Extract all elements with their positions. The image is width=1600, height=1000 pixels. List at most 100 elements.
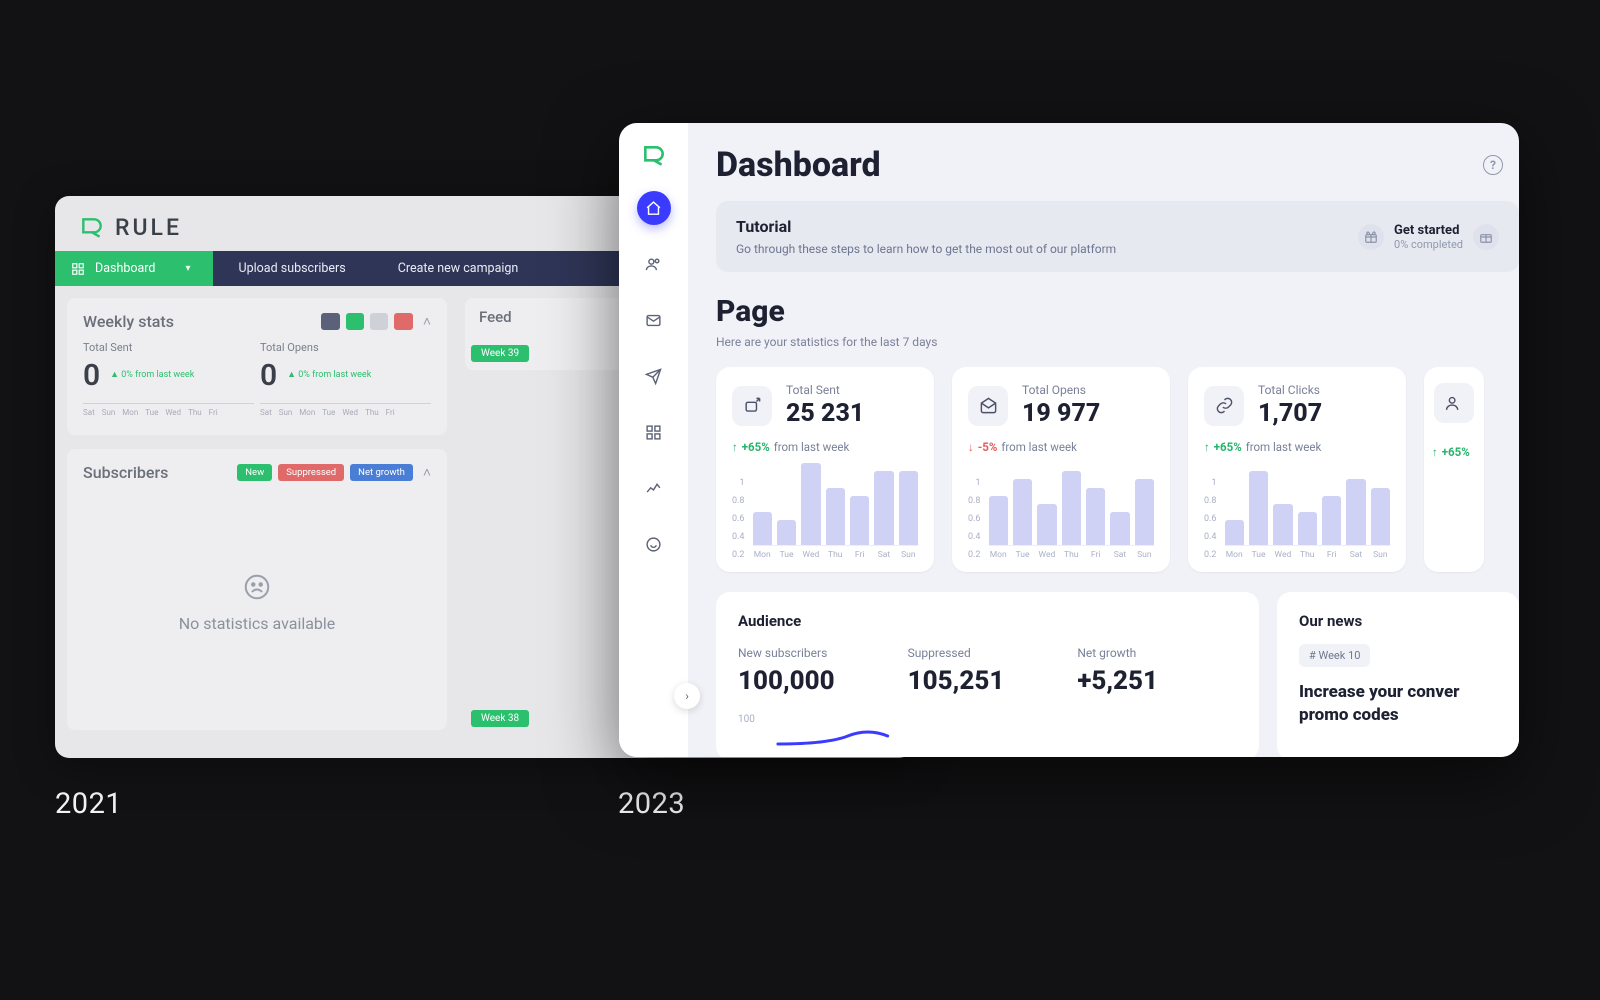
audience-new-subscribers: New subscribers 100,000 bbox=[738, 646, 898, 696]
feed-week-38[interactable]: Week 38 bbox=[471, 710, 529, 727]
card-extra[interactable]: ↑ +65% bbox=[1424, 367, 1484, 572]
sidebar: › bbox=[619, 123, 688, 757]
mini-bar-chart: 10.80.60.40.2 MonTueWedThuFriSatSun bbox=[732, 464, 918, 560]
audience-title: Audience bbox=[738, 612, 1237, 630]
sidebar-mail[interactable] bbox=[637, 303, 671, 337]
stat-cards-row: Total Sent 25 231 ↑ +65% from last week … bbox=[716, 367, 1519, 572]
ytick-label: 100 bbox=[738, 714, 755, 725]
pill-net-growth[interactable]: Net growth bbox=[350, 464, 413, 481]
rule-logo-icon bbox=[79, 215, 105, 241]
card-total-opens[interactable]: Total Opens 19 977 ↓ -5% from last week … bbox=[952, 367, 1170, 572]
section-subtitle: Here are your statistics for the last 7 … bbox=[716, 335, 1519, 349]
help-button[interactable]: ? bbox=[1483, 155, 1503, 175]
card-value: 19 977 bbox=[1022, 399, 1100, 428]
card-label: Total Sent bbox=[786, 383, 864, 397]
sidebar-analytics[interactable] bbox=[637, 471, 671, 505]
chevron-up-icon[interactable]: ˄ bbox=[423, 313, 431, 330]
subscribers-card: Subscribers New Suppressed Net growth ˄ bbox=[67, 449, 447, 730]
weekly-stats-title: Weekly stats bbox=[83, 312, 174, 331]
weekly-pill-3[interactable] bbox=[370, 313, 388, 330]
total-sent-block: Total Sent 0 ▲ 0% from last week SatSunM… bbox=[83, 341, 254, 417]
chevron-up-icon[interactable]: ˄ bbox=[423, 464, 431, 481]
rule-logo-icon bbox=[641, 143, 667, 169]
news-headline-1: Increase your conver bbox=[1299, 681, 1497, 704]
card-label: Total Clicks bbox=[1258, 383, 1322, 397]
arrow-up-icon: ↑ bbox=[1204, 440, 1210, 454]
sidebar-support[interactable] bbox=[637, 527, 671, 561]
audience-line-chart: 100 bbox=[738, 714, 1237, 752]
gift-icon bbox=[1358, 224, 1384, 250]
weekly-stats-card: Weekly stats ˄ Total Sent 0 ▲ 0% from la… bbox=[67, 298, 447, 435]
tutorial-subtitle: Go through these steps to learn how to g… bbox=[736, 242, 1116, 256]
pill-new[interactable]: New bbox=[237, 464, 272, 481]
section-title: Page bbox=[716, 294, 1519, 329]
nav-upload-subscribers[interactable]: Upload subscribers bbox=[213, 251, 372, 286]
send-out-icon bbox=[732, 386, 772, 426]
card-delta: ↑ +65% bbox=[1432, 445, 1476, 459]
card-value: 25 231 bbox=[786, 399, 864, 428]
stat-value: 105,251 bbox=[908, 666, 1068, 696]
arrow-up-icon: ↑ bbox=[732, 440, 738, 454]
audience-suppressed: Suppressed 105,251 bbox=[908, 646, 1068, 696]
arrow-down-icon: ↓ bbox=[968, 440, 974, 454]
card-total-clicks[interactable]: Total Clicks 1,707 ↑ +65% from last week… bbox=[1188, 367, 1406, 572]
stat-value: +5,251 bbox=[1077, 666, 1237, 696]
weekly-pill-row: ˄ bbox=[321, 313, 431, 330]
total-sent-label: Total Sent bbox=[83, 341, 254, 354]
card-label: Total Opens bbox=[1022, 383, 1100, 397]
card-delta: ↓ -5% from last week bbox=[968, 440, 1154, 454]
grid-icon bbox=[71, 262, 85, 276]
gift-icon bbox=[1473, 224, 1499, 250]
nav-dashboard[interactable]: Dashboard ▾ bbox=[55, 251, 213, 286]
card-delta: ↑ +65% from last week bbox=[732, 440, 918, 454]
total-opens-value: 0 bbox=[260, 358, 277, 393]
chevron-right-icon: › bbox=[685, 689, 689, 703]
mini-bar-chart: 10.80.60.40.2 MonTueWedThuFriSatSun bbox=[968, 464, 1154, 560]
chevron-down-icon: ▾ bbox=[185, 263, 190, 274]
weekly-pill-4[interactable] bbox=[394, 313, 412, 330]
sidebar-audience[interactable] bbox=[637, 247, 671, 281]
total-opens-block: Total Opens 0 ▲ 0% from last week SatSun… bbox=[260, 341, 431, 417]
card-value: 1,707 bbox=[1258, 399, 1322, 428]
weekly-pill-2[interactable] bbox=[346, 313, 364, 330]
stat-label: Net growth bbox=[1077, 646, 1237, 660]
total-opens-label: Total Opens bbox=[260, 341, 431, 354]
subscribers-title: Subscribers bbox=[83, 463, 168, 482]
tiny-axis-opens: SatSunMonTueWedThuFri bbox=[260, 403, 431, 417]
brand-name: RULE bbox=[115, 214, 182, 241]
tutorial-banner[interactable]: Tutorial Go through these steps to learn… bbox=[716, 201, 1519, 272]
card-total-sent[interactable]: Total Sent 25 231 ↑ +65% from last week … bbox=[716, 367, 934, 572]
caption-2021: 2021 bbox=[55, 787, 122, 821]
arrow-up-icon: ↑ bbox=[1432, 445, 1438, 459]
sad-face-icon bbox=[242, 572, 272, 602]
nav-dashboard-label: Dashboard bbox=[95, 261, 155, 276]
get-started-label: Get started bbox=[1394, 223, 1463, 238]
tiny-axis-sent: SatSunMonTueWedThuFri bbox=[83, 403, 254, 417]
news-week-badge: # Week 10 bbox=[1299, 644, 1370, 667]
weekly-pill-1[interactable] bbox=[321, 313, 339, 330]
main-area: Dashboard ? Tutorial Go through these st… bbox=[688, 123, 1519, 757]
audience-net-growth: Net growth +5,251 bbox=[1077, 646, 1237, 696]
nav-create-campaign[interactable]: Create new campaign bbox=[372, 251, 545, 286]
get-started-completed: 0% completed bbox=[1394, 238, 1463, 251]
new-app-window: › Dashboard ? Tutorial Go through these … bbox=[619, 123, 1519, 757]
page-header: Dashboard ? bbox=[716, 145, 1519, 185]
mini-bar-chart: 10.80.60.40.2 MonTueWedThuFriSatSun bbox=[1204, 464, 1390, 560]
page-title: Dashboard bbox=[716, 145, 881, 185]
total-sent-delta: ▲ 0% from last week bbox=[110, 370, 194, 380]
mail-open-icon bbox=[968, 386, 1008, 426]
stat-value: 100,000 bbox=[738, 666, 898, 696]
audience-card[interactable]: Audience New subscribers 100,000 Suppres… bbox=[716, 592, 1259, 757]
caption-2023: 2023 bbox=[618, 787, 685, 821]
news-title: Our news bbox=[1299, 612, 1497, 630]
section-header: Page Here are your statistics for the la… bbox=[716, 294, 1519, 349]
sidebar-apps[interactable] bbox=[637, 415, 671, 449]
sidebar-send[interactable] bbox=[637, 359, 671, 393]
sidebar-home[interactable] bbox=[637, 191, 671, 225]
news-card[interactable]: Our news # Week 10 Increase your conver … bbox=[1277, 592, 1519, 757]
sidebar-expand-button[interactable]: › bbox=[674, 683, 700, 709]
empty-text: No statistics available bbox=[179, 614, 336, 633]
feed-week-39[interactable]: Week 39 bbox=[471, 345, 529, 362]
pill-suppressed[interactable]: Suppressed bbox=[278, 464, 344, 481]
tutorial-title: Tutorial bbox=[736, 217, 1116, 236]
